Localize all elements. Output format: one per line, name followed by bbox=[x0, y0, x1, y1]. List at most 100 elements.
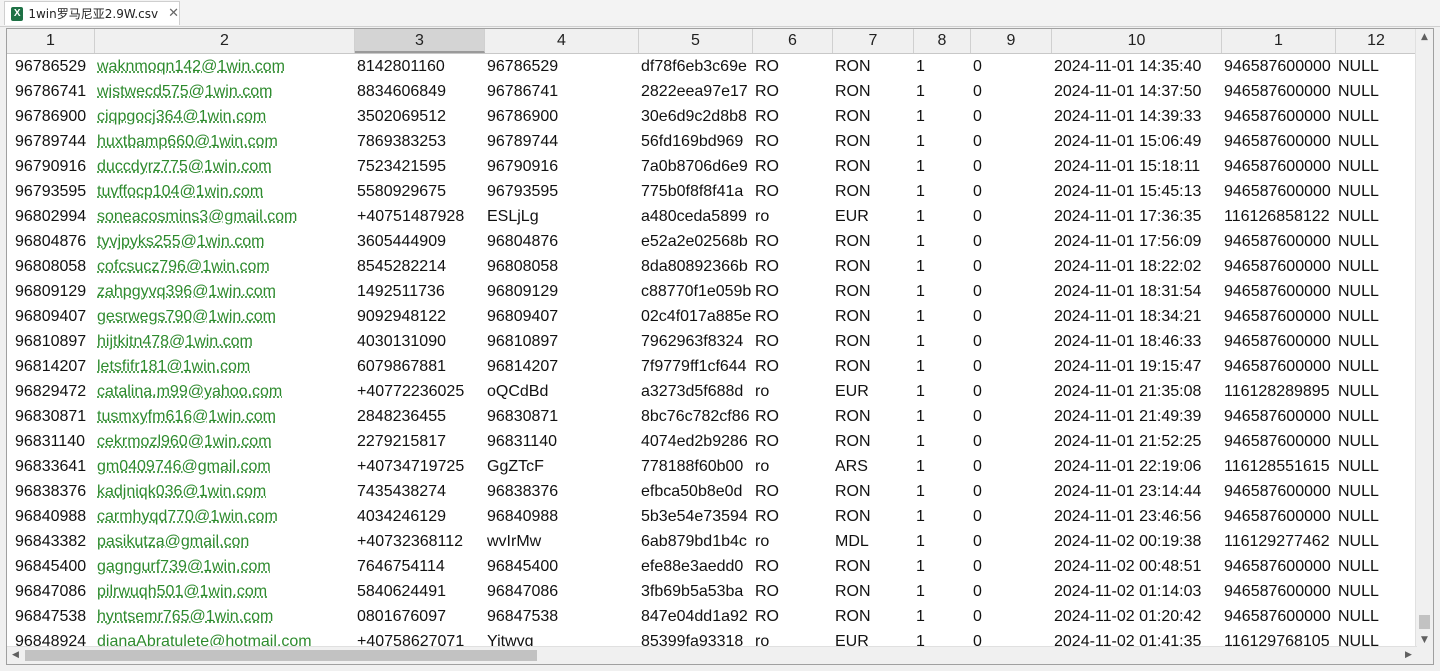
table-cell[interactable]: 96809129 bbox=[7, 279, 95, 304]
table-cell[interactable]: EUR bbox=[833, 379, 914, 404]
table-cell[interactable]: 96786529 bbox=[7, 54, 95, 79]
table-cell[interactable]: 0 bbox=[971, 379, 1052, 404]
table-cell[interactable]: 0 bbox=[971, 104, 1052, 129]
email-cell[interactable]: wistwecd575@1win.com bbox=[95, 79, 355, 104]
table-cell[interactable]: 0 bbox=[971, 479, 1052, 504]
table-cell[interactable]: 946587600000 bbox=[1222, 504, 1336, 529]
table-cell[interactable]: 96790916 bbox=[485, 154, 639, 179]
table-cell[interactable]: RO bbox=[753, 304, 833, 329]
table-cell[interactable]: e52a2e02568b bbox=[639, 229, 753, 254]
table-cell[interactable]: 2024-11-01 18:31:54 bbox=[1052, 279, 1222, 304]
column-header-11[interactable]: 1 bbox=[1222, 29, 1336, 53]
table-cell[interactable]: RO bbox=[753, 54, 833, 79]
table-cell[interactable]: RON bbox=[833, 104, 914, 129]
table-cell[interactable]: 946587600000 bbox=[1222, 479, 1336, 504]
vertical-scrollbar[interactable]: ▲ ▼ bbox=[1415, 29, 1433, 649]
table-cell[interactable]: ro bbox=[753, 379, 833, 404]
table-cell[interactable]: 1 bbox=[914, 104, 971, 129]
email-cell[interactable]: zahpgyvq396@1win.com bbox=[95, 279, 355, 304]
email-cell[interactable]: gesrwegs790@1win.com bbox=[95, 304, 355, 329]
table-cell[interactable]: 9092948122 bbox=[355, 304, 485, 329]
table-cell[interactable]: 0 bbox=[971, 204, 1052, 229]
table-cell[interactable]: NULL bbox=[1336, 279, 1417, 304]
table-cell[interactable]: 0 bbox=[971, 604, 1052, 629]
column-header-10[interactable]: 10 bbox=[1052, 29, 1222, 53]
table-cell[interactable]: 96840988 bbox=[485, 504, 639, 529]
scroll-left-icon[interactable]: ◀ bbox=[7, 647, 24, 664]
table-cell[interactable]: 2024-11-01 14:35:40 bbox=[1052, 54, 1222, 79]
table-cell[interactable]: 1 bbox=[914, 254, 971, 279]
table-cell[interactable]: 96808058 bbox=[485, 254, 639, 279]
table-cell[interactable]: 0 bbox=[971, 79, 1052, 104]
table-cell[interactable]: 0 bbox=[971, 179, 1052, 204]
table-cell[interactable]: 02c4f017a885e bbox=[639, 304, 753, 329]
column-header-9[interactable]: 9 bbox=[971, 29, 1052, 53]
email-cell[interactable]: gm0409746@gmail.com bbox=[95, 454, 355, 479]
table-cell[interactable]: 2024-11-01 15:45:13 bbox=[1052, 179, 1222, 204]
table-cell[interactable]: 946587600000 bbox=[1222, 79, 1336, 104]
table-cell[interactable]: 1 bbox=[914, 479, 971, 504]
table-cell[interactable]: NULL bbox=[1336, 479, 1417, 504]
table-cell[interactable]: 946587600000 bbox=[1222, 54, 1336, 79]
table-cell[interactable]: RON bbox=[833, 429, 914, 454]
table-cell[interactable]: 116129277462 bbox=[1222, 529, 1336, 554]
table-cell[interactable]: NULL bbox=[1336, 179, 1417, 204]
table-cell[interactable]: ARS bbox=[833, 454, 914, 479]
table-cell[interactable]: 96838376 bbox=[7, 479, 95, 504]
table-cell[interactable]: a480ceda5899 bbox=[639, 204, 753, 229]
table-cell[interactable]: NULL bbox=[1336, 604, 1417, 629]
column-header-12[interactable]: 12 bbox=[1336, 29, 1417, 53]
table-cell[interactable]: ro bbox=[753, 204, 833, 229]
table-cell[interactable]: 1 bbox=[914, 79, 971, 104]
table-cell[interactable]: 0 bbox=[971, 254, 1052, 279]
table-cell[interactable]: 847e04dd1a92 bbox=[639, 604, 753, 629]
table-cell[interactable]: NULL bbox=[1336, 229, 1417, 254]
horizontal-scrollbar[interactable]: ◀ ▶ bbox=[7, 646, 1417, 664]
table-cell[interactable]: 116126858122 bbox=[1222, 204, 1336, 229]
table-cell[interactable]: 96838376 bbox=[485, 479, 639, 504]
email-cell[interactable]: pasikutza@gmail.con bbox=[95, 529, 355, 554]
table-cell[interactable]: +40772236025 bbox=[355, 379, 485, 404]
email-cell[interactable]: soneacosmins3@gmail.com bbox=[95, 204, 355, 229]
table-cell[interactable]: oQCdBd bbox=[485, 379, 639, 404]
table-cell[interactable]: 778188f60b00 bbox=[639, 454, 753, 479]
table-cell[interactable]: 96847538 bbox=[485, 604, 639, 629]
email-cell[interactable]: waknmoqn142@1win.com bbox=[95, 54, 355, 79]
horizontal-scroll-thumb[interactable] bbox=[25, 650, 537, 661]
table-cell[interactable]: efe88e3aedd0 bbox=[639, 554, 753, 579]
table-cell[interactable]: 96804876 bbox=[7, 229, 95, 254]
table-cell[interactable]: 3605444909 bbox=[355, 229, 485, 254]
table-cell[interactable]: RO bbox=[753, 104, 833, 129]
scroll-up-icon[interactable]: ▲ bbox=[1416, 29, 1433, 46]
column-header-3[interactable]: 3 bbox=[355, 29, 485, 53]
table-cell[interactable]: 3fb69b5a53ba bbox=[639, 579, 753, 604]
table-cell[interactable]: 0 bbox=[971, 429, 1052, 454]
column-header-8[interactable]: 8 bbox=[914, 29, 971, 53]
table-cell[interactable]: 946587600000 bbox=[1222, 579, 1336, 604]
email-cell[interactable]: huxtbamp660@1win.com bbox=[95, 129, 355, 154]
table-cell[interactable]: 946587600000 bbox=[1222, 329, 1336, 354]
column-header-1[interactable]: 1 bbox=[7, 29, 95, 53]
table-cell[interactable]: 96845400 bbox=[7, 554, 95, 579]
table-cell[interactable]: RON bbox=[833, 254, 914, 279]
table-cell[interactable]: 96786741 bbox=[7, 79, 95, 104]
table-cell[interactable]: 0 bbox=[971, 454, 1052, 479]
table-cell[interactable]: 1492511736 bbox=[355, 279, 485, 304]
email-cell[interactable]: letsfifr181@1win.com bbox=[95, 354, 355, 379]
table-cell[interactable]: RON bbox=[833, 329, 914, 354]
table-cell[interactable]: RON bbox=[833, 504, 914, 529]
scroll-right-icon[interactable]: ▶ bbox=[1400, 647, 1417, 664]
table-cell[interactable]: RO bbox=[753, 229, 833, 254]
table-cell[interactable]: RO bbox=[753, 79, 833, 104]
table-cell[interactable]: NULL bbox=[1336, 379, 1417, 404]
table-cell[interactable]: 946587600000 bbox=[1222, 604, 1336, 629]
table-cell[interactable]: 1 bbox=[914, 179, 971, 204]
table-cell[interactable]: RON bbox=[833, 304, 914, 329]
table-cell[interactable]: 1 bbox=[914, 54, 971, 79]
table-cell[interactable]: RON bbox=[833, 79, 914, 104]
table-cell[interactable]: 96786741 bbox=[485, 79, 639, 104]
table-cell[interactable]: 946587600000 bbox=[1222, 154, 1336, 179]
table-cell[interactable]: RON bbox=[833, 179, 914, 204]
table-cell[interactable]: +40734719725 bbox=[355, 454, 485, 479]
table-cell[interactable]: 96814207 bbox=[7, 354, 95, 379]
